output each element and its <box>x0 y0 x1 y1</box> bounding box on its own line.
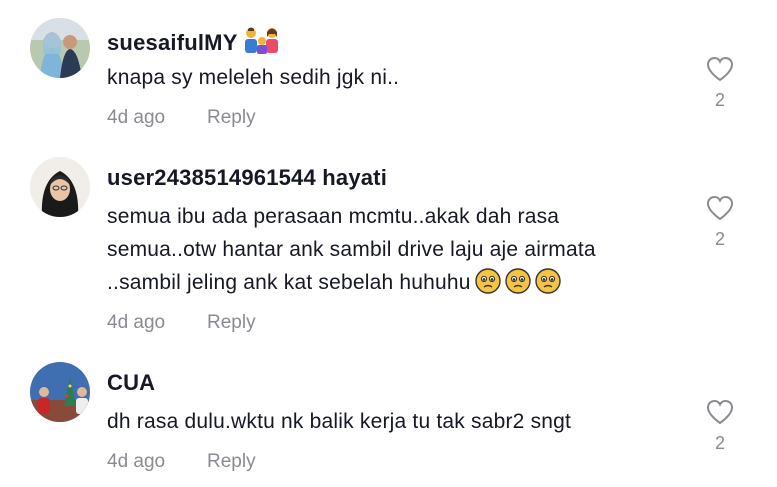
reply-button[interactable]: Reply <box>207 451 256 473</box>
heart-outline-icon <box>706 56 734 82</box>
pleading-face-icon <box>504 268 531 304</box>
reply-button[interactable]: Reply <box>207 107 256 129</box>
like-count: 2 <box>714 90 725 110</box>
avatar[interactable] <box>30 157 90 217</box>
like-button[interactable]: 2 <box>703 194 737 250</box>
timestamp: 4d ago <box>107 107 166 128</box>
comment-text: dh rasa dulu.wktu nk balik kerja tu tak … <box>107 410 572 433</box>
like-button[interactable]: 2 <box>703 55 737 111</box>
username[interactable]: CUA <box>107 370 155 396</box>
pleading-face-icon <box>474 268 501 304</box>
heart-outline-icon <box>706 195 734 221</box>
comment-meta: 4d ago Reply <box>107 312 256 334</box>
family-emoji-icon <box>242 26 284 60</box>
avatar[interactable] <box>30 362 90 422</box>
like-count: 2 <box>714 229 725 249</box>
username-text: suesaifulMY <box>107 30 238 55</box>
avatar[interactable] <box>30 18 90 78</box>
heart-outline-icon <box>706 399 734 425</box>
comment-meta: 4d ago Reply <box>107 451 256 473</box>
reply-button[interactable]: Reply <box>207 312 256 334</box>
like-button[interactable]: 2 <box>703 398 737 454</box>
comment-text: semua ibu ada perasaan mcmtu..akak dah r… <box>107 200 667 304</box>
pleading-face-icon <box>534 268 561 304</box>
username[interactable]: suesaifulMY <box>107 26 284 60</box>
comment-meta: 4d ago Reply <box>107 107 256 129</box>
timestamp: 4d ago <box>107 312 166 333</box>
comment-text: knapa sy meleleh sedih jgk ni.. <box>107 66 400 89</box>
like-count: 2 <box>714 433 725 453</box>
timestamp: 4d ago <box>107 451 166 472</box>
username[interactable]: user2438514961544 hayati <box>107 165 387 191</box>
